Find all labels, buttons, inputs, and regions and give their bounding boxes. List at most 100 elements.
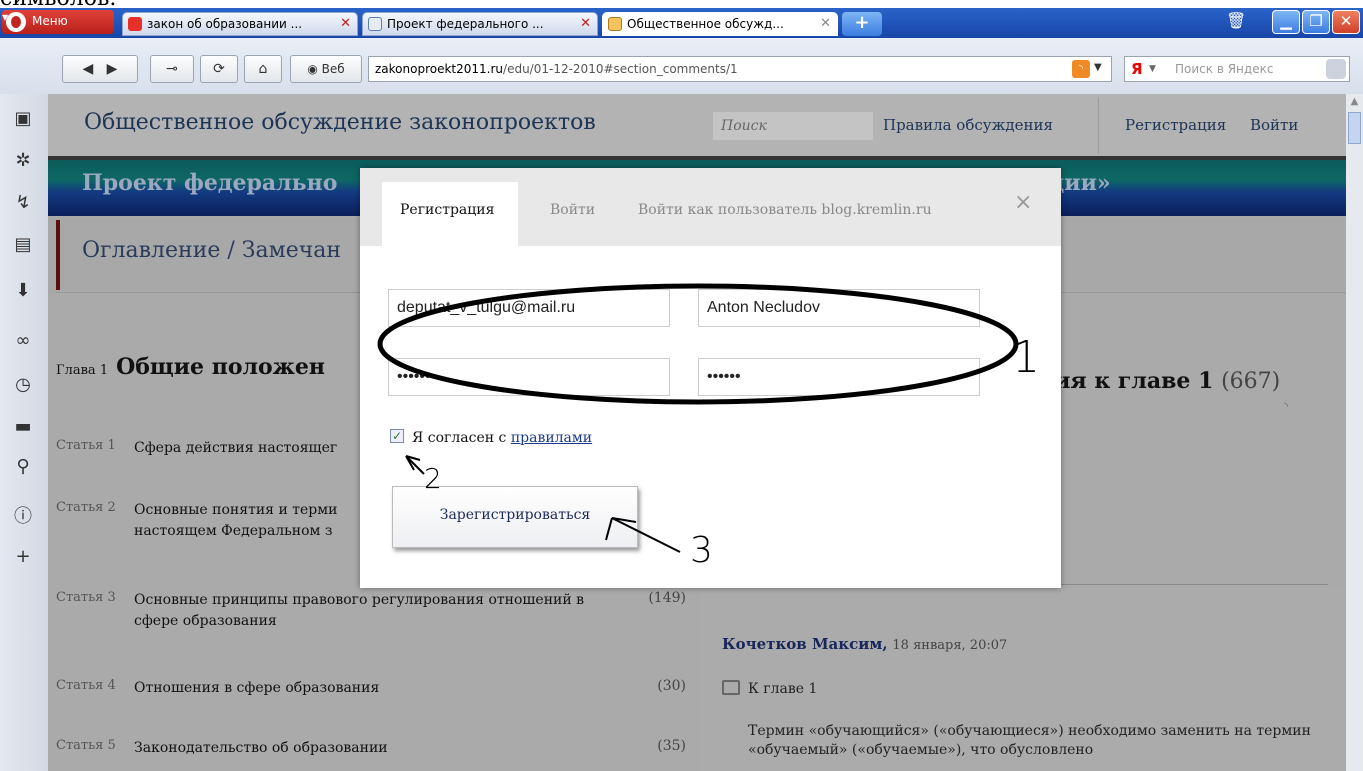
- address-host: zakonoproekt2011.ru: [375, 62, 504, 76]
- document-favicon-icon: [368, 17, 382, 31]
- close-tab-icon[interactable]: ✕: [580, 16, 591, 31]
- agree-label: Я согласен с правилами: [412, 430, 592, 446]
- article-title[interactable]: Основные принципы правового регулировани…: [134, 590, 614, 632]
- tab-login-kremlin[interactable]: Войти как пользователь blog.kremlin.ru: [638, 202, 932, 218]
- globe-icon: ◉: [307, 62, 318, 76]
- agree-text: Я согласен с: [412, 430, 511, 446]
- windows-panel-icon[interactable]: ▬: [12, 416, 34, 438]
- search-engine-dropdown-icon[interactable]: ▼: [1149, 64, 1156, 74]
- login-link[interactable]: Войти: [1250, 116, 1298, 134]
- article-title[interactable]: Основные понятия и терми настоящем Федер…: [134, 500, 364, 542]
- restore-icon[interactable]: ❐: [1302, 10, 1330, 34]
- registration-modal: Регистрация Войти Войти как пользователь…: [360, 168, 1061, 588]
- comments-heading: ния к главе 1 (667): [1038, 368, 1280, 394]
- scroll-thumb[interactable]: [1348, 112, 1361, 144]
- tab-title: закон об образовании ...: [147, 17, 303, 31]
- menu-label: Меню: [32, 14, 68, 28]
- unite-panel-icon[interactable]: ↯: [12, 192, 34, 214]
- browser-tab-1[interactable]: закон об образовании ... ✕: [122, 12, 358, 36]
- scroll-up-icon[interactable]: ▲: [1347, 96, 1362, 110]
- chapter-heading: Глава 1 Общие положен: [56, 354, 325, 380]
- article-number: Статья 4: [56, 678, 116, 693]
- comment-date: 18 января, 20:07: [892, 638, 1008, 653]
- name-field[interactable]: Anton Necludov: [698, 289, 980, 327]
- article-count: (30): [657, 678, 686, 694]
- rss-icon[interactable]: ◝: [1284, 400, 1288, 413]
- article-title[interactable]: Отношения в сфере образования: [134, 678, 614, 699]
- minimize-icon[interactable]: ▁: [1272, 10, 1300, 34]
- header-divider: [1098, 98, 1099, 154]
- close-tab-icon[interactable]: ✕: [340, 16, 351, 31]
- opera-logo-icon: [6, 12, 26, 32]
- article-count: (149): [648, 590, 686, 606]
- comment-author: Кочетков Максим, 18 января, 20:07: [722, 635, 1007, 653]
- article-number: Статья 5: [56, 738, 116, 753]
- address-bar[interactable]: zakonoproekt2011.ru/edu/01-12-2010#secti…: [368, 56, 1112, 82]
- chapter-number: Глава 1: [56, 363, 109, 378]
- chapter-link-text[interactable]: К главе 1: [748, 681, 817, 697]
- notes-panel-icon[interactable]: ▤: [12, 234, 34, 256]
- opera-menu-button[interactable]: Меню ▾: [2, 10, 114, 34]
- rss-feed-icon[interactable]: ◝: [1072, 60, 1090, 78]
- bookmarks-panel-icon[interactable]: ▣: [12, 108, 34, 130]
- yandex-logo-icon: Я: [1131, 60, 1143, 78]
- article-title[interactable]: Законодательство об образовании: [134, 738, 614, 759]
- email-field[interactable]: deputat_v_tulgu@mail.ru: [388, 289, 670, 327]
- comments-count: (667): [1221, 369, 1281, 394]
- trash-icon[interactable]: 🗑: [1226, 11, 1246, 35]
- downloads-panel-icon[interactable]: ⬇: [12, 280, 34, 302]
- browser-tab-3-active[interactable]: Общественное обсужд... ✕: [602, 12, 838, 36]
- band-stripe: [48, 156, 1346, 160]
- author-name[interactable]: Кочетков Максим,: [722, 635, 888, 653]
- history-panel-icon[interactable]: ◷: [12, 374, 34, 396]
- key-icon[interactable]: ⊸: [150, 55, 194, 83]
- register-submit-button[interactable]: Зарегистрироваться: [392, 486, 638, 548]
- password-confirm-field[interactable]: ••••••: [698, 358, 980, 396]
- home-icon[interactable]: ⌂: [244, 55, 282, 83]
- site-search-input[interactable]: Поиск: [713, 112, 873, 140]
- chapter-name: Общие положен: [116, 354, 325, 380]
- yandex-search-field[interactable]: Я ▼ Поиск в Яндекс: [1124, 56, 1350, 82]
- web-button[interactable]: ◉ Веб: [290, 55, 362, 83]
- article-number: Статья 1: [56, 438, 116, 453]
- tab-register[interactable]: Регистрация: [400, 202, 494, 218]
- tab-title: Проект федерального ...: [387, 17, 544, 31]
- article-number: Статья 3: [56, 590, 116, 605]
- toc-accent-bar: [56, 220, 60, 290]
- tab-title: Общественное обсужд...: [627, 17, 784, 31]
- rss-dropdown-icon[interactable]: ▼: [1094, 62, 1102, 73]
- page-favicon-icon: [608, 17, 622, 31]
- address-path: /edu/01-12-2010#section_comments/1: [503, 62, 738, 76]
- comments-heading-text: ния к главе 1: [1038, 368, 1214, 394]
- reload-icon[interactable]: ⟳: [200, 55, 238, 83]
- article-number: Статья 2: [56, 500, 116, 515]
- tab-login[interactable]: Войти: [550, 202, 595, 218]
- search-placeholder: Поиск в Яндекс: [1175, 62, 1274, 76]
- register-link[interactable]: Регистрация: [1125, 116, 1226, 134]
- project-title: Проект федерально: [82, 170, 338, 196]
- add-panel-icon[interactable]: +: [12, 546, 34, 568]
- toc-title: Оглавление / Замечан: [82, 238, 342, 263]
- site-title[interactable]: Общественное обсуждение законопроектов: [84, 110, 596, 135]
- browser-tab-2[interactable]: Проект федерального ... ✕: [362, 12, 598, 36]
- comment-icon: [722, 680, 740, 695]
- web-label: Веб: [321, 62, 345, 76]
- close-tab-icon[interactable]: ✕: [820, 16, 831, 31]
- info-panel-icon[interactable]: ⓘ: [12, 506, 34, 528]
- rules-link[interactable]: Правила обсуждения: [883, 116, 1053, 134]
- comment-text: Термин «обучающийся» («обучающиеся») нео…: [748, 723, 1311, 758]
- yandex-favicon-icon: [128, 17, 142, 31]
- widgets-panel-icon[interactable]: ✲: [12, 150, 34, 172]
- page-scrollbar[interactable]: [1346, 94, 1363, 771]
- links-panel-icon[interactable]: ∞: [12, 330, 34, 352]
- search-icon[interactable]: [1326, 59, 1346, 79]
- comment-chapter-link[interactable]: К главе 1: [722, 680, 817, 697]
- new-tab-button[interactable]: +: [842, 12, 882, 36]
- back-forward-buttons[interactable]: ◀ ▶: [62, 55, 138, 83]
- close-icon[interactable]: ×: [1014, 190, 1032, 215]
- search-panel-icon[interactable]: ⚲: [12, 456, 34, 478]
- close-window-icon[interactable]: ✕: [1332, 10, 1360, 34]
- agree-checkbox[interactable]: ✓: [390, 429, 404, 443]
- rules-link[interactable]: правилами: [511, 430, 592, 446]
- password-field[interactable]: ••••••: [388, 358, 670, 396]
